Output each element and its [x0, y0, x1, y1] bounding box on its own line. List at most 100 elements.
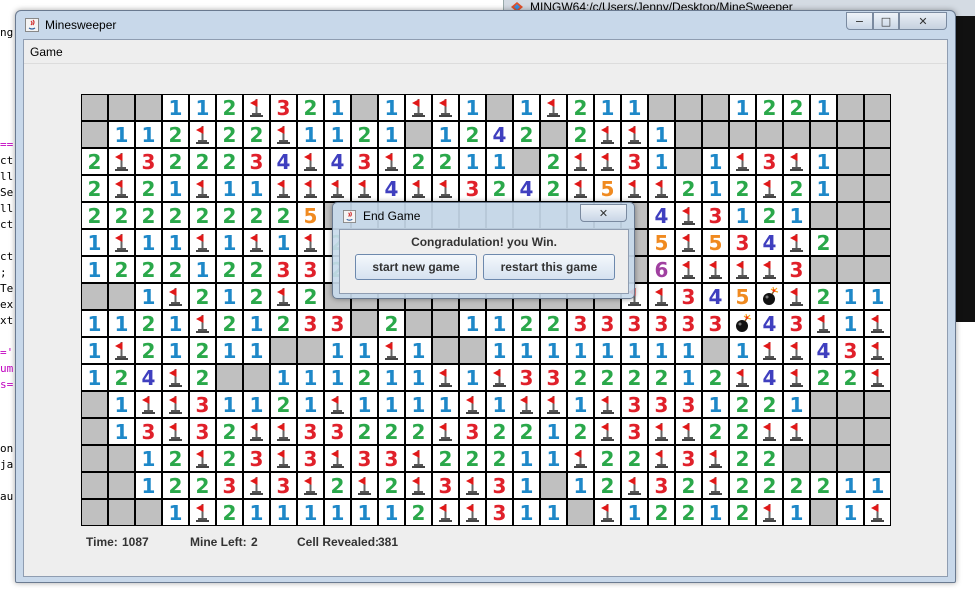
- number-cell[interactable]: 3: [135, 148, 162, 175]
- flagged-cell[interactable]: [459, 499, 486, 526]
- hidden-cell[interactable]: [837, 202, 864, 229]
- flagged-cell[interactable]: [162, 418, 189, 445]
- flagged-cell[interactable]: [783, 364, 810, 391]
- hidden-cell[interactable]: [540, 472, 567, 499]
- number-cell[interactable]: 1: [81, 364, 108, 391]
- number-cell[interactable]: 2: [594, 364, 621, 391]
- number-cell[interactable]: 1: [459, 94, 486, 121]
- number-cell[interactable]: 2: [81, 175, 108, 202]
- number-cell[interactable]: 2: [486, 175, 513, 202]
- hidden-cell[interactable]: [810, 499, 837, 526]
- hidden-cell[interactable]: [864, 256, 891, 283]
- hidden-cell[interactable]: [864, 121, 891, 148]
- hidden-cell[interactable]: [702, 337, 729, 364]
- flagged-cell[interactable]: [405, 94, 432, 121]
- hidden-cell[interactable]: [108, 499, 135, 526]
- hidden-cell[interactable]: [108, 472, 135, 499]
- flagged-cell[interactable]: [756, 499, 783, 526]
- number-cell[interactable]: 1: [243, 337, 270, 364]
- number-cell[interactable]: 3: [594, 310, 621, 337]
- hidden-cell[interactable]: [810, 202, 837, 229]
- flagged-cell[interactable]: [729, 148, 756, 175]
- hidden-cell[interactable]: [864, 148, 891, 175]
- number-cell[interactable]: 2: [459, 121, 486, 148]
- number-cell[interactable]: 1: [432, 391, 459, 418]
- flagged-cell[interactable]: [162, 364, 189, 391]
- number-cell[interactable]: 2: [162, 256, 189, 283]
- number-cell[interactable]: 3: [270, 94, 297, 121]
- number-cell[interactable]: 1: [135, 283, 162, 310]
- number-cell[interactable]: 2: [540, 310, 567, 337]
- number-cell[interactable]: 3: [675, 391, 702, 418]
- hidden-cell[interactable]: [702, 94, 729, 121]
- number-cell[interactable]: 2: [189, 148, 216, 175]
- number-cell[interactable]: 3: [567, 310, 594, 337]
- number-cell[interactable]: 1: [513, 337, 540, 364]
- number-cell[interactable]: 2: [216, 202, 243, 229]
- flagged-cell[interactable]: [621, 175, 648, 202]
- number-cell[interactable]: 2: [189, 202, 216, 229]
- number-cell[interactable]: 5: [297, 202, 324, 229]
- number-cell[interactable]: 1: [135, 445, 162, 472]
- number-cell[interactable]: 2: [243, 202, 270, 229]
- number-cell[interactable]: 2: [810, 472, 837, 499]
- hidden-cell[interactable]: [864, 229, 891, 256]
- number-cell[interactable]: 2: [756, 391, 783, 418]
- flagged-cell[interactable]: [459, 472, 486, 499]
- number-cell[interactable]: 1: [810, 148, 837, 175]
- flagged-cell[interactable]: [756, 175, 783, 202]
- number-cell[interactable]: 1: [702, 148, 729, 175]
- number-cell[interactable]: 4: [756, 310, 783, 337]
- number-cell[interactable]: 2: [729, 391, 756, 418]
- number-cell[interactable]: 2: [270, 202, 297, 229]
- number-cell[interactable]: 1: [324, 499, 351, 526]
- number-cell[interactable]: 6: [648, 256, 675, 283]
- number-cell[interactable]: 3: [756, 148, 783, 175]
- number-cell[interactable]: 2: [135, 256, 162, 283]
- number-cell[interactable]: 2: [324, 472, 351, 499]
- number-cell[interactable]: 1: [162, 310, 189, 337]
- number-cell[interactable]: 1: [513, 94, 540, 121]
- flagged-cell[interactable]: [594, 418, 621, 445]
- flagged-cell[interactable]: [540, 391, 567, 418]
- hidden-cell[interactable]: [864, 202, 891, 229]
- flagged-cell[interactable]: [567, 148, 594, 175]
- flagged-cell[interactable]: [297, 148, 324, 175]
- number-cell[interactable]: 4: [270, 148, 297, 175]
- number-cell[interactable]: 2: [189, 364, 216, 391]
- mine-cell[interactable]: [729, 310, 756, 337]
- flagged-cell[interactable]: [324, 445, 351, 472]
- number-cell[interactable]: 3: [324, 310, 351, 337]
- number-cell[interactable]: 2: [756, 445, 783, 472]
- number-cell[interactable]: 4: [378, 175, 405, 202]
- number-cell[interactable]: 1: [324, 337, 351, 364]
- number-cell[interactable]: 3: [297, 445, 324, 472]
- number-cell[interactable]: 3: [486, 472, 513, 499]
- number-cell[interactable]: 1: [216, 337, 243, 364]
- hidden-cell[interactable]: [216, 364, 243, 391]
- number-cell[interactable]: 1: [540, 499, 567, 526]
- number-cell[interactable]: 2: [189, 337, 216, 364]
- number-cell[interactable]: 1: [513, 445, 540, 472]
- number-cell[interactable]: 3: [702, 202, 729, 229]
- flagged-cell[interactable]: [432, 94, 459, 121]
- hidden-cell[interactable]: [81, 94, 108, 121]
- flagged-cell[interactable]: [432, 418, 459, 445]
- hidden-cell[interactable]: [297, 337, 324, 364]
- number-cell[interactable]: 1: [783, 391, 810, 418]
- hidden-cell[interactable]: [81, 121, 108, 148]
- number-cell[interactable]: 1: [648, 121, 675, 148]
- number-cell[interactable]: 2: [135, 337, 162, 364]
- number-cell[interactable]: 2: [81, 148, 108, 175]
- number-cell[interactable]: 1: [108, 418, 135, 445]
- hidden-cell[interactable]: [756, 121, 783, 148]
- number-cell[interactable]: 2: [216, 121, 243, 148]
- number-cell[interactable]: 2: [216, 445, 243, 472]
- number-cell[interactable]: 3: [216, 472, 243, 499]
- number-cell[interactable]: 1: [648, 148, 675, 175]
- hidden-cell[interactable]: [81, 445, 108, 472]
- hidden-cell[interactable]: [837, 445, 864, 472]
- number-cell[interactable]: 5: [594, 175, 621, 202]
- number-cell[interactable]: 1: [216, 391, 243, 418]
- flagged-cell[interactable]: [756, 418, 783, 445]
